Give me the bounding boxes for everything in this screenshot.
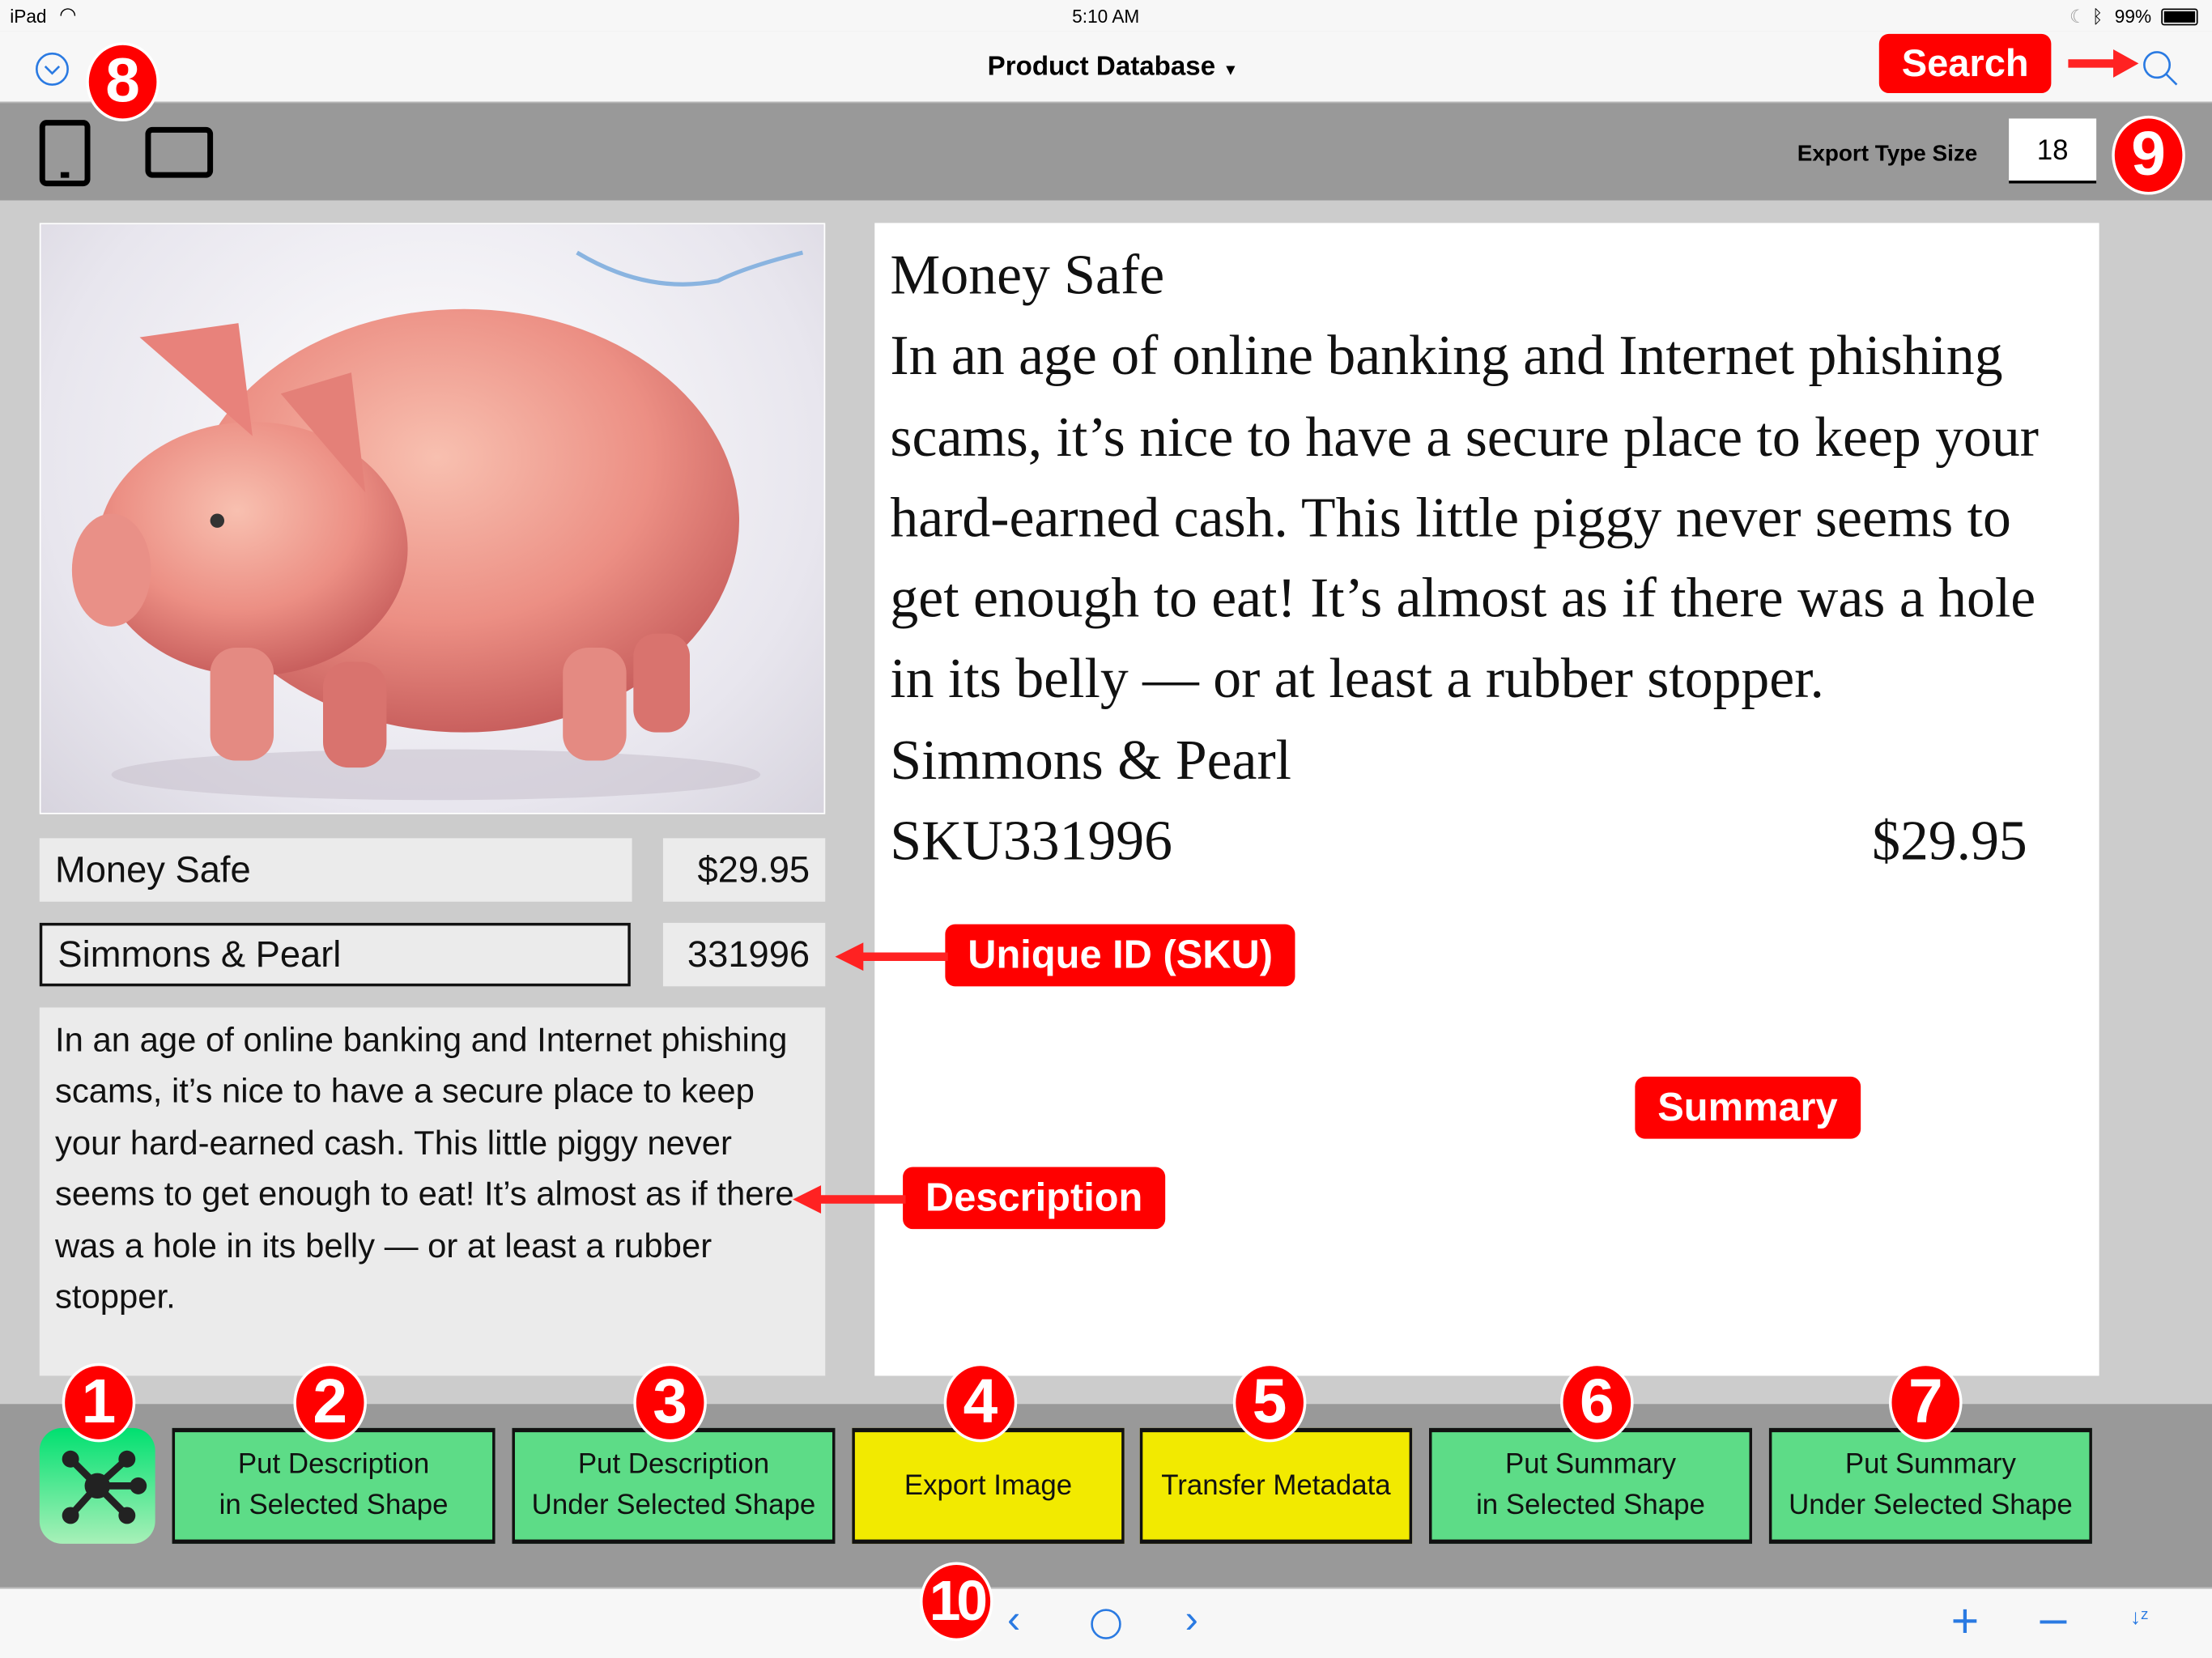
sku-field[interactable]: 331996 [662,922,826,987]
badge-8: 8 [86,42,160,121]
toolbar: Export Type Size 18 [0,103,2212,201]
refresh-circle-icon[interactable] [1087,1606,1124,1643]
badge-6: 6 [1560,1363,1634,1443]
previous-record-icon[interactable]: ‹ [1007,1597,1020,1643]
export-type-size-input[interactable]: 18 [2009,118,2097,184]
battery-icon [2161,8,2198,26]
bottom-bar: ‹ › + – ↓ᶻ [0,1587,2212,1658]
caret-down-icon: ▼ [1223,62,1239,79]
delete-record-icon[interactable]: – [2040,1592,2066,1647]
put-description-under-shape-button[interactable]: Put Description Under Selected Shape [512,1427,836,1544]
add-record-icon[interactable]: + [1951,1595,1980,1650]
badge-1: 1 [62,1363,136,1443]
landscape-layout-icon[interactable] [145,126,214,178]
summary-sku: SKU331996 [890,808,1172,873]
search-annotation: Search [1878,33,2052,94]
product-image[interactable] [39,223,826,814]
database-title-menu[interactable]: Product Database ▼ [988,52,1239,83]
product-name-field[interactable]: Money Safe [39,838,632,902]
sku-annotation: Unique ID (SKU) [945,924,1295,987]
badge-5: 5 [1232,1363,1307,1443]
chevron-circle-down-icon[interactable] [34,51,70,87]
summary-annotation: Summary [1635,1076,1861,1139]
badge-4: 4 [943,1363,1018,1443]
status-bar: iPad ◠ 5:10 AM ☾ ᛒ 99% [0,0,2212,32]
database-title: Product Database [987,52,1216,83]
manufacturer-field[interactable]: Simmons & Pearl [39,922,631,987]
arrow-left-icon [793,1185,906,1214]
moon-icon: ☾ [2069,5,2087,28]
badge-7: 7 [1889,1363,1963,1443]
description-field[interactable]: In an age of online banking and Internet… [39,1007,826,1376]
app-network-icon[interactable] [39,1427,155,1544]
next-record-icon[interactable]: › [1185,1597,1198,1643]
clock: 5:10 AM [1072,5,1140,28]
badge-10: 10 [920,1562,993,1642]
summary-price: $29.95 [1872,808,2027,873]
portrait-layout-icon[interactable] [39,120,91,187]
put-summary-under-shape-button[interactable]: Put Summary Under Selected Shape [1768,1427,2092,1544]
summary-description: In an age of online banking and Internet… [890,323,2039,711]
summary-title: Money Safe [890,242,1165,307]
transfer-metadata-button[interactable]: Transfer Metadata [1139,1427,1413,1544]
export-image-button[interactable]: Export Image [852,1427,1125,1544]
wifi-icon: ◠ [59,2,77,26]
arrow-left-icon [835,942,948,971]
sort-icon[interactable]: ↓ᶻ [2130,1606,2148,1630]
bluetooth-icon: ᛒ [2091,5,2104,28]
description-annotation: Description [903,1167,1166,1230]
export-type-size-label: Export Type Size [1797,142,1978,167]
summary-manufacturer: Simmons & Pearl [890,727,1292,792]
battery-percent: 99% [2114,5,2152,28]
badge-9: 9 [2112,115,2185,195]
price-field[interactable]: $29.95 [662,838,826,902]
badge-2: 2 [293,1363,368,1443]
piggy-bank-image [71,250,804,801]
arrow-right-icon [2068,49,2139,78]
device-label: iPad [10,5,47,28]
put-description-in-shape-button[interactable]: Put Description in Selected Shape [172,1427,496,1544]
badge-3: 3 [633,1363,707,1443]
put-summary-in-shape-button[interactable]: Put Summary in Selected Shape [1429,1427,1752,1544]
search-icon[interactable] [2140,48,2180,87]
